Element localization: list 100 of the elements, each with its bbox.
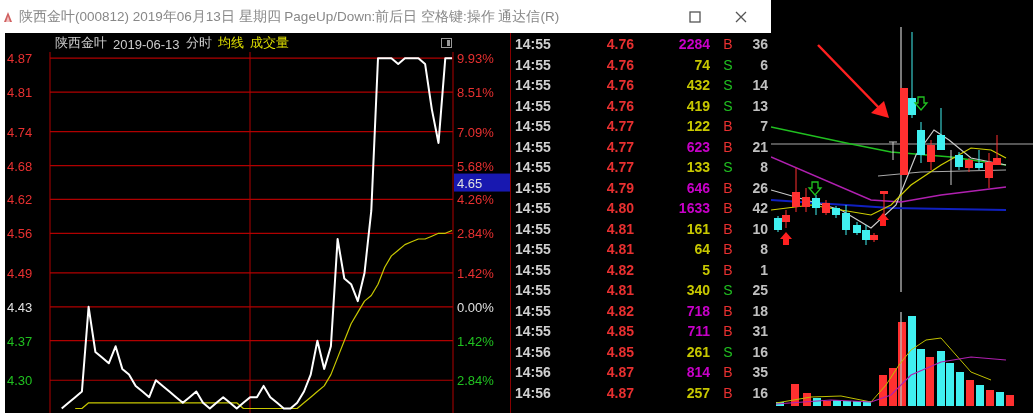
percent-axis-label: 5.68% [457,158,494,174]
candle [975,149,983,171]
candle [955,151,963,171]
tick-volume: 133 [685,159,710,176]
percent-axis-label: 4.26% [457,192,494,208]
trade-count: 21 [751,138,768,155]
price-axis-label: 4.62 [7,192,33,208]
tick-volume: 2284 [677,36,710,53]
percent-axis-label: 8.51% [457,85,494,101]
tick-time: 14:55 [514,77,552,94]
volume-bar [843,401,851,406]
percent-axis-label: 0.00% [457,299,494,315]
percent-axis-label: 1.42% [457,265,494,281]
trade-side: B [722,384,734,401]
tick-volume: 432 [685,77,710,94]
tick-volume: 711 [686,323,710,340]
tick-volume: 74 [693,56,710,73]
volume-bar [823,401,831,406]
current-price-tag: 4.65 [454,173,510,192]
trade-side: S [722,77,734,94]
volume-bar [1006,395,1014,406]
stock-name: 陕西金叶 [55,34,107,52]
price-axis-label: 4.43 [7,299,33,315]
volume-bar [956,372,964,406]
up-arrow-icon [877,213,889,226]
tick-price: 4.82 [605,302,634,319]
tick-price: 4.76 [605,97,634,114]
price-axis-label: 4.87 [7,52,33,67]
volume-bar [966,380,974,406]
tick-price: 4.76 [605,36,634,53]
volume-bar [986,390,994,406]
chart-mode: 分时 [185,34,212,52]
app-icon [3,10,13,23]
down-arrow-icon [913,96,929,111]
tick-price: 4.81 [605,241,634,258]
price-axis-label: 4.81 [7,85,33,101]
candle [965,157,973,173]
trade-count: 42 [751,200,768,217]
tick-price: 4.87 [605,364,634,381]
tick-volume: 257 [685,384,710,401]
percent-axis-label: 1.42% [457,333,494,349]
tick-price: 4.77 [605,159,634,176]
trade-side: B [722,179,734,196]
candle [832,205,840,219]
tick-volume: 1633 [677,200,710,217]
maximize-icon[interactable] [689,10,701,23]
tick-time: 14:55 [514,323,552,340]
tick-price: 4.81 [605,282,634,299]
down-arrow-icon [807,181,823,196]
tick-price: 4.87 [605,384,634,401]
tick-volume: 419 [685,97,710,114]
candle [927,139,935,171]
tick-volume: 814 [685,364,710,381]
trade-side: B [722,36,734,53]
trade-count: 26 [751,179,768,196]
panel-toggle-icon[interactable] [441,37,452,48]
tick-time: 14:55 [514,179,552,196]
tick-price: 4.76 [605,77,634,94]
tick-price: 4.82 [605,261,634,278]
chart-date: 2019-06-13 [113,37,180,52]
close-icon[interactable] [735,10,747,23]
indicator-label[interactable]: 均线 [217,34,244,52]
price-axis-label: 4.37 [7,333,33,349]
trade-side: B [722,302,734,319]
tick-time: 14:56 [514,343,552,360]
candle [888,141,898,161]
volume-bar [776,402,784,406]
percent-axis-label: 2.84% [457,373,494,389]
indicator-label[interactable]: 成交量 [249,34,289,52]
tick-time: 14:55 [514,241,552,258]
tick-volume: 623 [685,138,710,155]
volume-bar [996,392,1004,406]
tick-price: 4.80 [605,200,634,217]
trade-count: 7 [759,118,768,135]
trade-side: S [722,343,734,360]
trade-count: 35 [751,364,768,381]
trade-side: S [722,97,734,114]
tick-volume: 5 [701,261,710,278]
volume-bar [879,375,887,406]
window-title: 陕西金叶(000812) 2019年06月13日 星期四 PageUp/Down:前后日 空格键:操作 通达信(R) [19,7,560,26]
trade-count: 31 [751,323,768,340]
tick-price: 4.76 [605,56,634,73]
tick-time: 14:55 [514,138,552,155]
trade-side: S [722,282,734,299]
trade-count: 14 [751,77,768,94]
tick-time: 14:55 [514,56,552,73]
price-axis-label: 4.56 [7,226,33,242]
tick-price: 4.77 [605,118,634,135]
tick-time: 14:55 [514,200,552,217]
price-axis-label: 4.68 [7,158,33,174]
percent-axis-label: 7.09% [457,124,494,140]
candle [822,199,830,216]
tick-price: 4.85 [605,323,634,340]
trade-count: 18 [751,302,768,319]
trade-side: B [722,364,734,381]
tick-volume: 161 [685,220,710,237]
volume-bar [853,401,861,406]
tick-time: 14:55 [514,261,552,278]
tick-volume: 64 [693,241,710,258]
tick-time: 14:55 [514,302,552,319]
